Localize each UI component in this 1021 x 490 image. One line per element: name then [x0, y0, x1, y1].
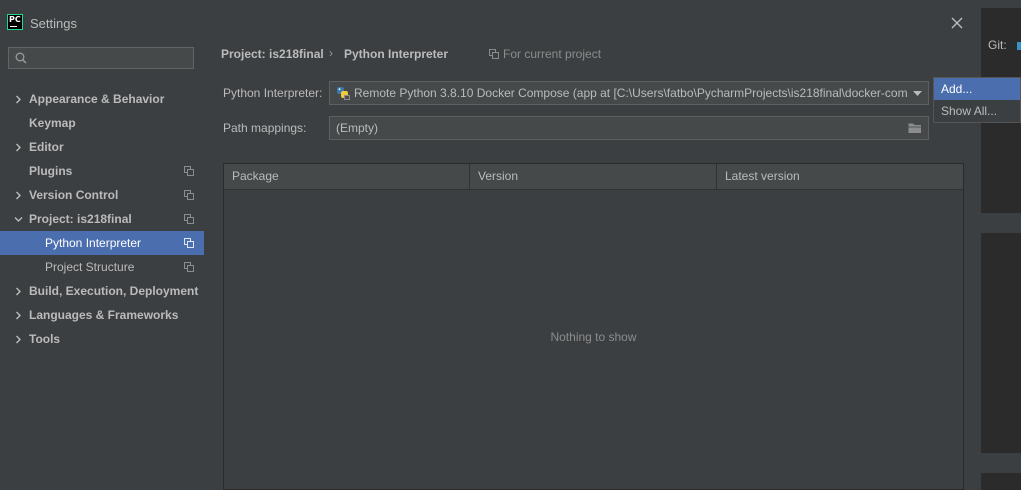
ide-background-toolbar [0, 0, 1021, 8]
breadcrumb-project[interactable]: Project: is218final [221, 47, 324, 61]
sidebar-item-label: Version Control [29, 188, 119, 202]
sidebar-item-label: Project: is218final [29, 212, 132, 226]
sidebar-item-label: Tools [29, 332, 61, 346]
column-header-latest-version[interactable]: Latest version [717, 164, 963, 189]
dialog-title: Settings [30, 16, 77, 31]
chevron-right-icon[interactable] [12, 327, 24, 351]
sidebar-item-appearance-behavior[interactable]: Appearance & Behavior [0, 87, 204, 111]
chevron-right-icon[interactable] [12, 303, 24, 327]
menu-item-show-all[interactable]: Show All... [934, 100, 1020, 122]
dialog-titlebar[interactable]: PC Settings [0, 8, 981, 38]
project-scope-icon [184, 190, 194, 200]
chevron-right-icon[interactable] [12, 279, 24, 303]
sidebar-item-label: Build, Execution, Deployment [29, 284, 199, 298]
chevron-down-icon[interactable] [12, 207, 24, 231]
sidebar-item-keymap[interactable]: Keymap [0, 111, 204, 135]
sidebar-item-editor[interactable]: Editor [0, 135, 204, 159]
git-toolbar-label[interactable]: Git: [988, 38, 1007, 52]
sidebar-item-label: Appearance & Behavior [29, 92, 165, 106]
packages-table-header: Package Version Latest version [224, 164, 963, 190]
dropdown-arrow-icon[interactable] [913, 91, 922, 97]
sidebar-item-label: Plugins [29, 164, 73, 178]
path-mappings-field[interactable]: (Empty) [329, 116, 929, 140]
settings-sidebar: Appearance & Behavior Keymap Editor Plugins… [0, 38, 204, 490]
sidebar-item-project-is218final[interactable]: Project: is218final [0, 207, 204, 231]
search-icon [15, 52, 27, 64]
project-scope-icon [184, 262, 194, 272]
sidebar-item-label: Editor [29, 140, 64, 154]
python-docker-icon [337, 87, 350, 100]
sidebar-item-label: Keymap [29, 116, 76, 130]
breadcrumb-page: Python Interpreter [344, 47, 449, 61]
project-scope-icon [184, 166, 194, 176]
sidebar-item-tools[interactable]: Tools [0, 327, 204, 351]
close-icon [951, 17, 963, 29]
empty-table-message: Nothing to show [550, 330, 637, 344]
interpreter-select[interactable]: Remote Python 3.8.10 Docker Compose (app… [329, 81, 929, 105]
folder-icon[interactable] [908, 122, 922, 134]
chevron-right-icon[interactable] [12, 183, 24, 207]
sidebar-item-label: Python Interpreter [45, 236, 142, 250]
python-interpreter-panel: Project: is218final › Python Interpreter… [204, 38, 981, 490]
settings-search-box[interactable] [8, 47, 195, 69]
git-update-icon[interactable] [1017, 42, 1021, 50]
sidebar-item-label: Languages & Frameworks [29, 308, 179, 322]
sidebar-item-build-execution-deployment[interactable]: Build, Execution, Deployment [0, 279, 204, 303]
ide-background-stripe [981, 213, 1021, 233]
project-scope-icon [489, 49, 499, 59]
menu-item-add[interactable]: Add... [934, 78, 1020, 100]
path-mappings-value: (Empty) [336, 121, 378, 135]
interpreter-label: Python Interpreter: [223, 86, 323, 100]
breadcrumb-separator: › [329, 46, 333, 60]
sidebar-item-python-interpreter[interactable]: Python Interpreter [0, 231, 204, 255]
project-scope-icon [184, 238, 194, 248]
settings-dialog: PC Settings Appearance & Behavior Keymap E… [0, 8, 981, 490]
project-scope-icon [184, 214, 194, 224]
packages-table[interactable]: Package Version Latest version Nothing t… [223, 163, 964, 490]
column-header-package[interactable]: Package [224, 164, 470, 189]
sidebar-item-plugins[interactable]: Plugins [0, 159, 204, 183]
chevron-right-icon[interactable] [12, 87, 24, 111]
pycharm-logo-icon: PC [7, 14, 23, 30]
chevron-right-icon[interactable] [12, 135, 24, 159]
ide-background-stripe [981, 453, 1021, 473]
path-mappings-label: Path mappings: [223, 121, 307, 135]
settings-search-input[interactable] [31, 49, 195, 69]
close-button[interactable] [948, 14, 966, 32]
scope-note: For current project [503, 47, 602, 61]
interpreter-value: Remote Python 3.8.10 Docker Compose (app… [354, 86, 908, 100]
sidebar-item-project-structure[interactable]: Project Structure [0, 255, 204, 279]
sidebar-item-version-control[interactable]: Version Control [0, 183, 204, 207]
interpreter-actions-menu: Add... Show All... [933, 77, 1021, 123]
sidebar-item-languages-frameworks[interactable]: Languages & Frameworks [0, 303, 204, 327]
column-header-version[interactable]: Version [470, 164, 717, 189]
sidebar-item-label: Project Structure [45, 260, 135, 274]
